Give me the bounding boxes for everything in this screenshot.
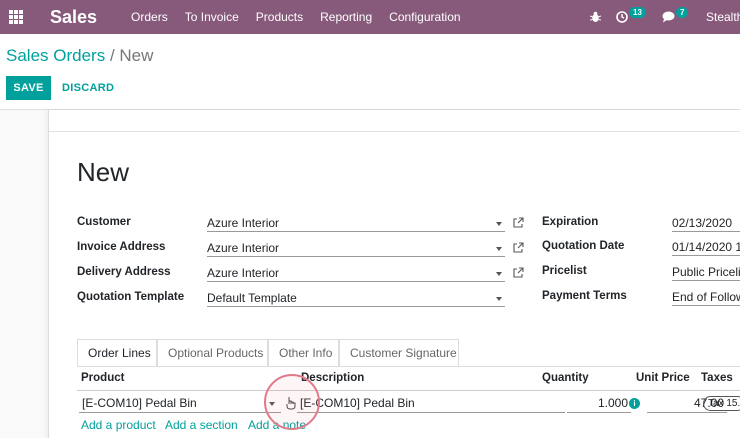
quotation-template-field[interactable]: Default Template bbox=[207, 289, 505, 307]
clock-icon bbox=[616, 11, 628, 23]
column-quantity[interactable]: Quantity bbox=[542, 372, 589, 384]
tax-tag[interactable]: Tax 15. bbox=[703, 396, 740, 411]
expiration-label: Expiration bbox=[542, 216, 599, 228]
form-sheet: New Customer Azure Interior Invoice Addr… bbox=[48, 110, 740, 438]
top-navbar: Sales Orders To Invoice Products Reporti… bbox=[0, 0, 740, 34]
column-product[interactable]: Product bbox=[81, 372, 124, 384]
pricelist-label: Pricelist bbox=[542, 265, 587, 277]
invoice-address-dropdown-icon[interactable] bbox=[496, 247, 502, 251]
column-taxes[interactable]: Taxes bbox=[701, 372, 733, 384]
expiration-field[interactable]: 02/13/2020 bbox=[672, 214, 740, 232]
activity-badge: 13 bbox=[629, 6, 646, 18]
save-button[interactable]: SAVE bbox=[6, 76, 51, 100]
tab-optional-products[interactable]: Optional Products bbox=[157, 339, 268, 366]
chat-bubble-icon bbox=[662, 11, 675, 23]
table-row[interactable]: [E-COM10] Pedal Bin [E-COM10] Pedal Bin … bbox=[77, 391, 740, 415]
payment-terms-label: Payment Terms bbox=[542, 290, 627, 302]
customer-label: Customer bbox=[77, 216, 131, 228]
tab-customer-signature[interactable]: Customer Signature bbox=[339, 339, 459, 366]
message-badge: 7 bbox=[676, 6, 689, 18]
tab-other-info[interactable]: Other Info bbox=[268, 339, 339, 366]
quotation-template-dropdown-icon[interactable] bbox=[496, 297, 502, 301]
breadcrumb: Sales Orders / New bbox=[6, 46, 153, 66]
activity-systray[interactable]: 13 bbox=[616, 0, 646, 34]
page-title: New bbox=[77, 157, 130, 187]
discard-button[interactable]: DISCARD bbox=[56, 76, 120, 100]
description-cell-input[interactable]: [E-COM10] Pedal Bin bbox=[297, 393, 565, 413]
tab-order-lines[interactable]: Order Lines bbox=[77, 339, 157, 366]
pricelist-field[interactable]: Public Pricelis bbox=[672, 263, 740, 281]
info-icon[interactable]: i bbox=[629, 398, 640, 409]
product-cell-input[interactable]: [E-COM10] Pedal Bin bbox=[79, 393, 281, 413]
user-menu[interactable]: Stealth bbox=[706, 0, 740, 34]
customer-field[interactable]: Azure Interior bbox=[207, 214, 505, 232]
menu-to-invoice[interactable]: To Invoice bbox=[185, 10, 239, 24]
menu-orders[interactable]: Orders bbox=[131, 10, 168, 24]
control-panel: Sales Orders / New SAVE DISCARD bbox=[0, 34, 740, 110]
column-unit-price[interactable]: Unit Price bbox=[636, 372, 690, 384]
invoice-address-label: Invoice Address bbox=[77, 241, 166, 253]
breadcrumb-sales-orders[interactable]: Sales Orders bbox=[6, 46, 105, 65]
payment-terms-field[interactable]: End of Followi bbox=[672, 288, 740, 306]
invoice-address-external-link-icon[interactable] bbox=[513, 242, 524, 253]
breadcrumb-current: New bbox=[119, 46, 154, 65]
menu-reporting[interactable]: Reporting bbox=[320, 10, 372, 24]
customer-external-link-icon[interactable] bbox=[513, 217, 524, 228]
delivery-address-dropdown-icon[interactable] bbox=[496, 272, 502, 276]
breadcrumb-separator: / bbox=[109, 46, 115, 65]
apps-menu-icon[interactable] bbox=[2, 0, 30, 34]
invoice-address-field[interactable]: Azure Interior bbox=[207, 239, 505, 257]
sheet-divider bbox=[49, 131, 740, 132]
delivery-address-label: Delivery Address bbox=[77, 266, 171, 278]
click-highlight-ring bbox=[264, 374, 320, 430]
customer-dropdown-icon[interactable] bbox=[496, 222, 502, 226]
messaging-systray[interactable]: 7 bbox=[662, 0, 689, 34]
delivery-address-external-link-icon[interactable] bbox=[513, 267, 524, 278]
quotation-date-field[interactable]: 01/14/2020 1 bbox=[672, 238, 740, 256]
debug-bug-icon[interactable] bbox=[590, 0, 601, 34]
add-section-link[interactable]: Add a section bbox=[165, 418, 238, 432]
menu-configuration[interactable]: Configuration bbox=[389, 10, 460, 24]
quotation-template-label: Quotation Template bbox=[77, 291, 185, 303]
menu-products[interactable]: Products bbox=[256, 10, 303, 24]
quotation-date-label: Quotation Date bbox=[542, 240, 625, 252]
add-product-link[interactable]: Add a product bbox=[81, 418, 156, 432]
quantity-cell-input[interactable]: 1.000 bbox=[567, 393, 631, 413]
tabs-divider bbox=[77, 366, 740, 367]
delivery-address-field[interactable]: Azure Interior bbox=[207, 264, 505, 282]
app-brand[interactable]: Sales bbox=[50, 7, 97, 28]
